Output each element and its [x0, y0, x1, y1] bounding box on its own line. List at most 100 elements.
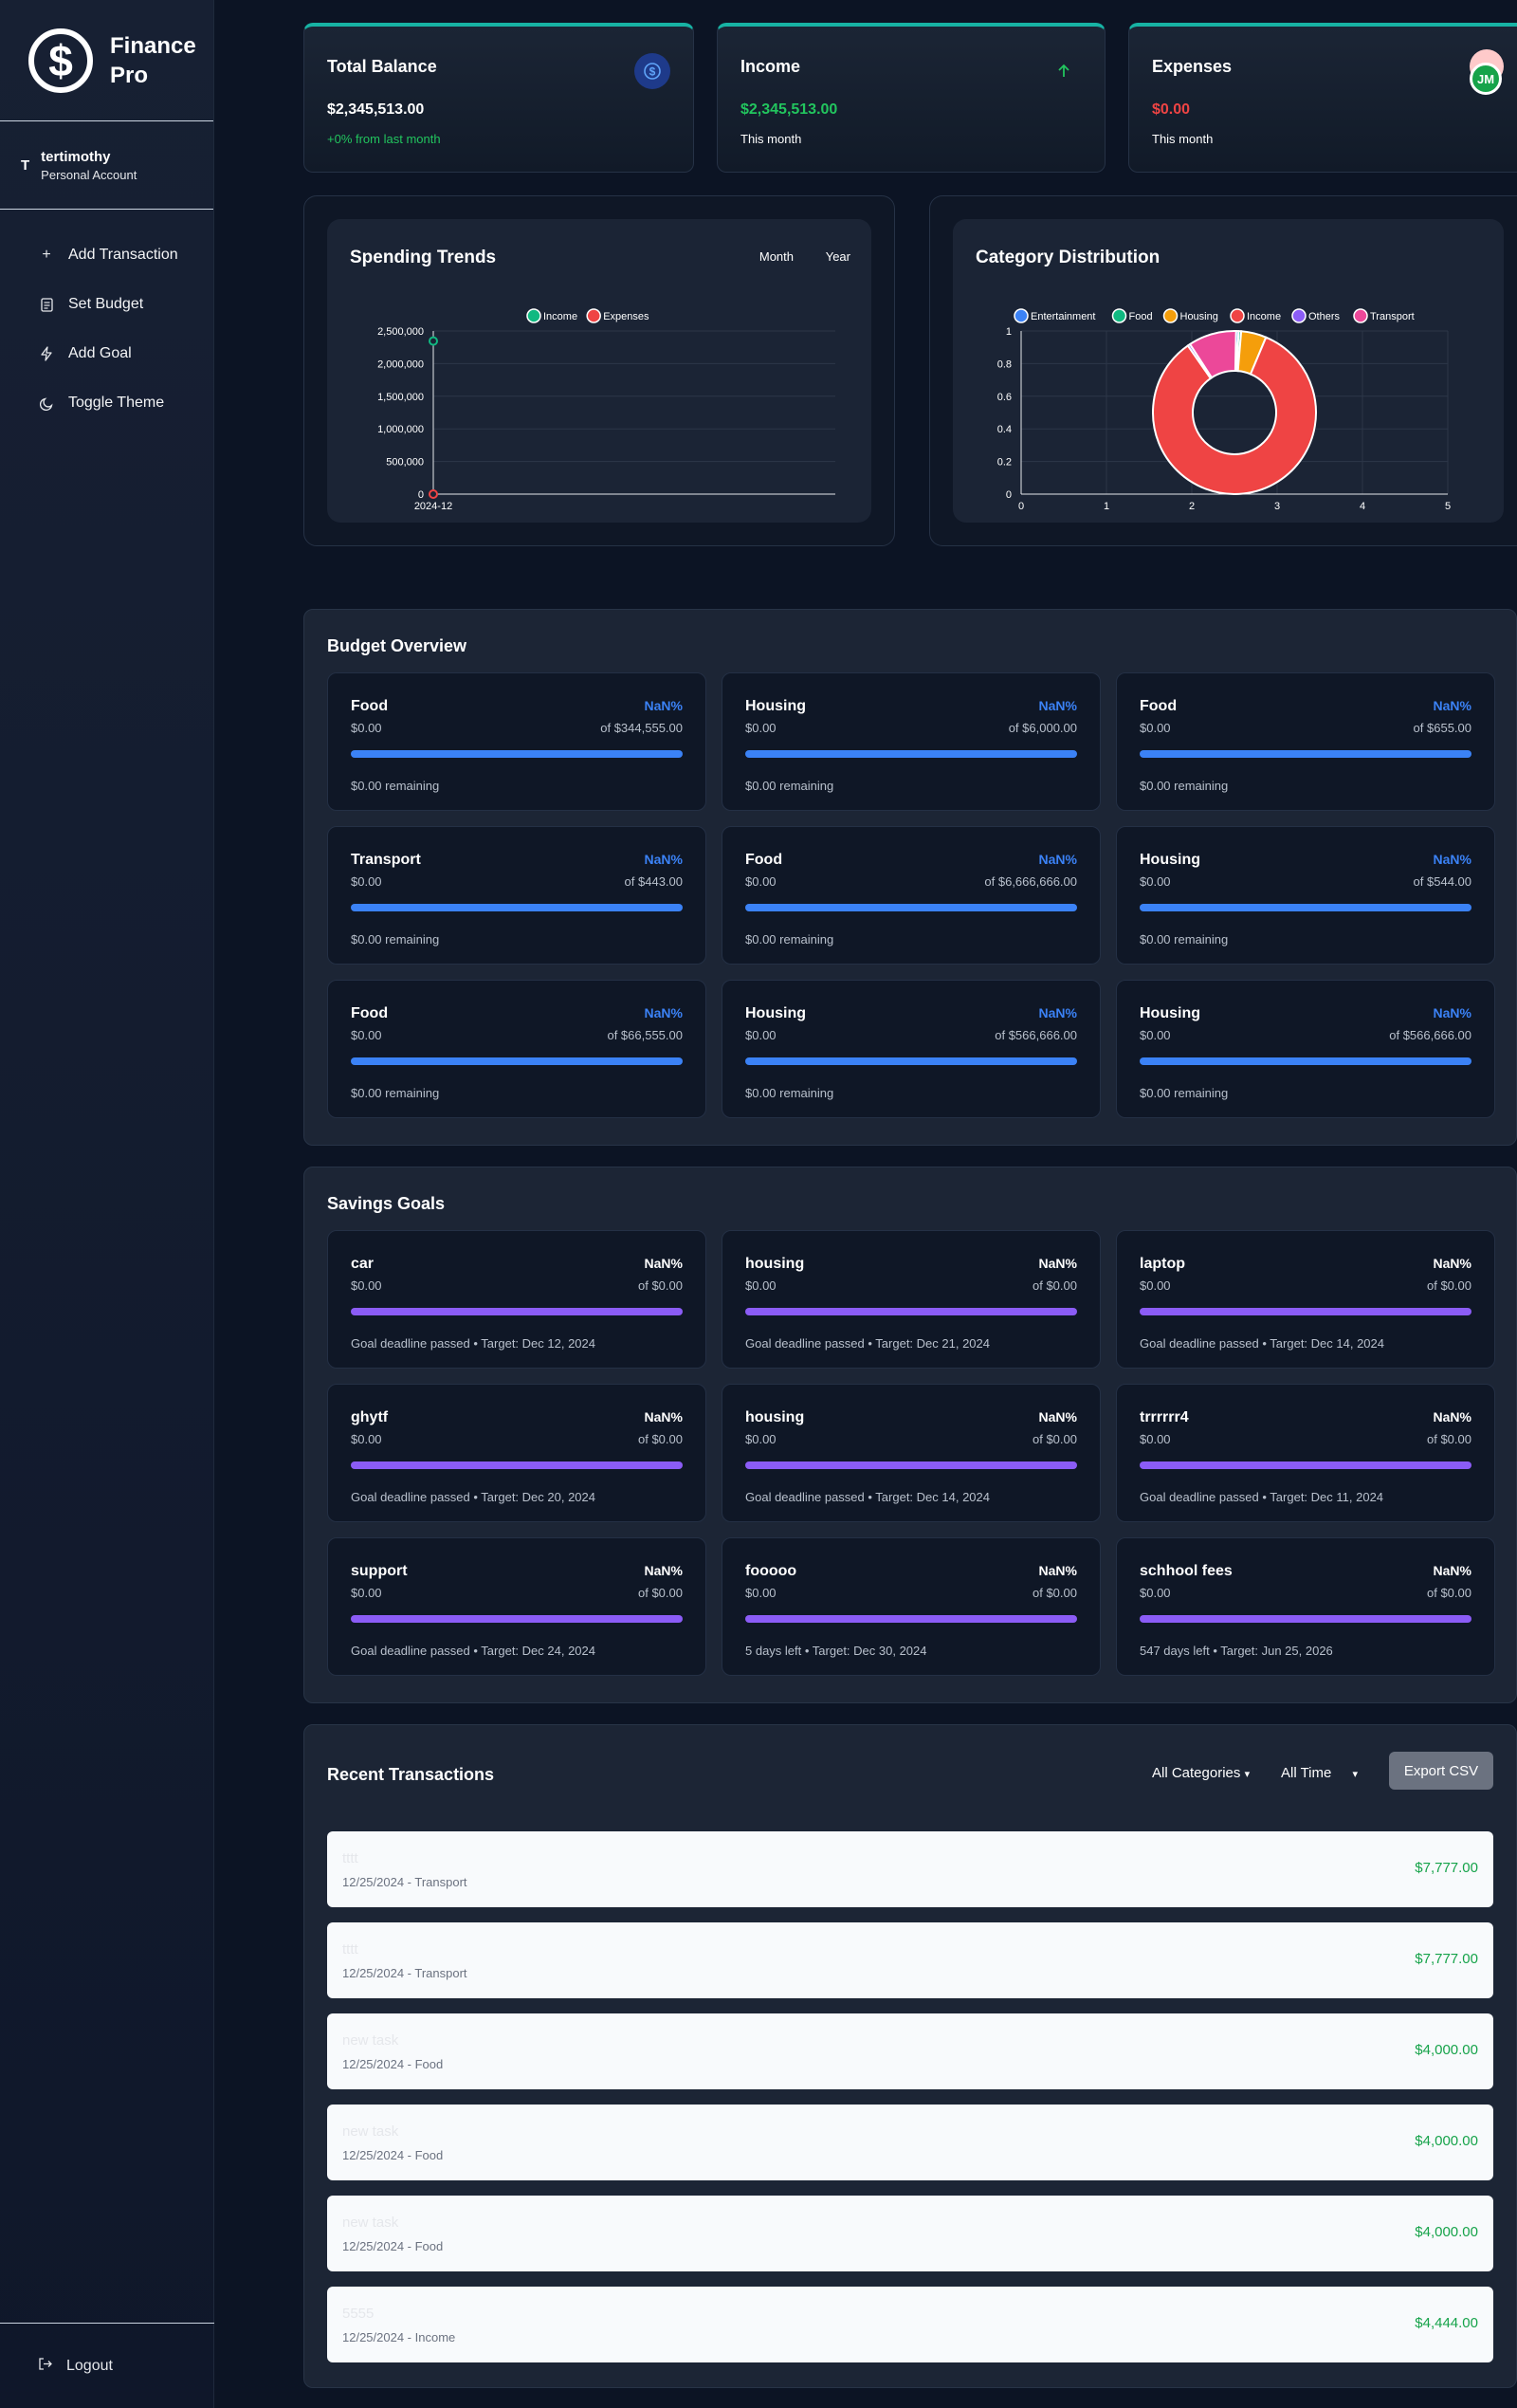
goal-progress-bar	[1140, 1461, 1471, 1469]
goal-name: ghytf	[351, 1409, 389, 1425]
transaction-row[interactable]: new task 12/25/2024 - Food $4,000.00	[327, 2105, 1493, 2180]
filter-value: All Categories	[1152, 1765, 1241, 1781]
category-distribution-panel: Category Distribution Entertainment Food H…	[929, 195, 1517, 546]
goal-saved: $0.00	[351, 1586, 382, 1600]
goal-target: of $0.00	[1427, 1586, 1471, 1600]
transaction-row[interactable]: 5555 12/25/2024 - Income $4,444.00	[327, 2287, 1493, 2362]
goal-deadline: Goal deadline passed • Target: Dec 14, 2…	[745, 1490, 990, 1504]
y-tick-label: 1	[1006, 326, 1012, 338]
goal-deadline: Goal deadline passed • Target: Dec 14, 2…	[1140, 1336, 1384, 1351]
transaction-meta: 12/25/2024 - Transport	[342, 1966, 467, 1980]
goal-deadline: Goal deadline passed • Target: Dec 11, 2…	[1140, 1490, 1384, 1504]
budget-limit: of $66,555.00	[607, 1028, 683, 1042]
transaction-amount: $4,000.00	[1415, 2042, 1478, 2058]
budget-card: Housing NaN% $0.00 of $566,666.00 $0.00 rema…	[722, 980, 1101, 1118]
legend-swatch	[1230, 308, 1245, 323]
goal-card: housing NaN% $0.00 of $0.00 Goal deadline pa…	[722, 1230, 1101, 1369]
nav-add-goal[interactable]: Add Goal	[0, 329, 213, 378]
goal-target: of $0.00	[1033, 1278, 1077, 1293]
sidebar-nav: + Add Transaction Set Budget Add Goal To…	[0, 210, 213, 428]
budget-category: Housing	[1140, 1005, 1200, 1021]
legend-label: Transport	[1370, 311, 1415, 322]
transaction-description: new task	[342, 2215, 399, 2231]
section-title: Budget Overview	[327, 636, 467, 655]
avatar[interactable]: JM	[1470, 63, 1502, 95]
budget-limit: of $443.00	[624, 874, 683, 889]
goal-percent: NaN%	[1433, 1256, 1471, 1271]
goal-name: trrrrrr4	[1140, 1409, 1189, 1425]
goal-name: laptop	[1140, 1256, 1185, 1272]
moon-icon	[38, 396, 55, 411]
budget-category: Food	[745, 852, 783, 868]
goal-saved: $0.00	[745, 1586, 777, 1600]
budget-spent: $0.00	[351, 1028, 382, 1042]
transaction-meta: 12/25/2024 - Food	[342, 2239, 444, 2253]
goal-deadline: 547 days left • Target: Jun 25, 2026	[1140, 1644, 1333, 1658]
transaction-row[interactable]: tttt 12/25/2024 - Transport $7,777.00	[327, 1831, 1493, 1907]
budget-remaining: $0.00 remaining	[351, 779, 440, 793]
sidebar: $ Finance Pro T tertimothy Personal Acco…	[0, 0, 214, 2408]
spending-trends-inner: Spending Trends Month Year Income Expense…	[327, 219, 871, 523]
x-tick-label: 5	[1445, 501, 1451, 512]
nav-toggle-theme[interactable]: Toggle Theme	[0, 378, 213, 428]
pie-chart: Entertainment Food Housing Income Others Tran…	[997, 308, 1451, 512]
budget-percent: NaN%	[644, 698, 683, 713]
budget-limit: of $566,666.00	[995, 1028, 1077, 1042]
avatar-initials: JM	[1476, 71, 1495, 86]
transaction-amount: $4,000.00	[1415, 2133, 1478, 2149]
transaction-row[interactable]: new task 12/25/2024 - Food $4,000.00	[327, 2013, 1493, 2089]
goal-percent: NaN%	[644, 1256, 683, 1271]
filter-value: All Time	[1281, 1765, 1332, 1781]
budget-limit: of $544.00	[1413, 874, 1471, 889]
user-initial: T	[21, 156, 30, 174]
budget-card: Housing NaN% $0.00 of $566,666.00 $0.00 rema…	[1116, 980, 1495, 1118]
goal-name: fooooo	[745, 1563, 797, 1579]
goal-name: schhool fees	[1140, 1563, 1233, 1579]
transaction-description: new task	[342, 2032, 399, 2049]
expenses-card: Expenses $0.00 This month JM	[1128, 23, 1517, 173]
budget-remaining: $0.00 remaining	[1140, 932, 1229, 947]
goal-saved: $0.00	[745, 1432, 777, 1446]
nav-set-budget[interactable]: Set Budget	[0, 280, 213, 329]
category-filter-select[interactable]: All Categories ▾	[1152, 1765, 1250, 1781]
x-tick-label: 2024-12	[414, 501, 452, 512]
legend-swatch	[1353, 308, 1368, 323]
transaction-row[interactable]: new task 12/25/2024 - Food $4,000.00	[327, 2196, 1493, 2271]
legend-swatch	[1014, 308, 1029, 323]
budget-progress-bar	[351, 1057, 683, 1065]
budget-spent: $0.00	[1140, 874, 1171, 889]
transaction-row[interactable]: tttt 12/25/2024 - Transport $7,777.00	[327, 1922, 1493, 1998]
arrow-up-icon	[1046, 53, 1082, 89]
y-tick-label: 0	[1006, 489, 1012, 501]
transaction-meta: 12/25/2024 - Food	[342, 2057, 444, 2071]
data-point	[429, 489, 438, 499]
legend-swatch	[526, 308, 541, 323]
y-tick-label: 0.6	[997, 392, 1012, 403]
goal-saved: $0.00	[351, 1432, 382, 1446]
budget-percent: NaN%	[644, 1005, 683, 1020]
document-icon	[38, 297, 55, 312]
goal-progress-bar	[745, 1461, 1077, 1469]
budget-overview-section: Budget Overview Food NaN% $0.00 of $344,555…	[303, 609, 1517, 1146]
time-filter-select[interactable]: All Time ▾	[1281, 1765, 1358, 1781]
stat-value: $2,345,513.00	[327, 101, 425, 118]
user-profile[interactable]: T tertimothy Personal Account	[0, 121, 213, 210]
nav-label: Toggle Theme	[68, 395, 165, 411]
logout-button[interactable]: Logout	[0, 2323, 214, 2408]
nav-add-transaction[interactable]: + Add Transaction	[0, 230, 213, 280]
export-csv-button[interactable]: Export CSV	[1389, 1752, 1493, 1790]
section-title: Savings Goals	[327, 1194, 446, 1213]
budget-spent: $0.00	[745, 874, 777, 889]
stat-value: $2,345,513.00	[740, 101, 838, 118]
budget-spent: $0.00	[351, 721, 382, 735]
category-distribution-inner: Category Distribution Entertainment Food H…	[953, 219, 1504, 523]
budget-card: Housing NaN% $0.00 of $6,000.00 $0.00 remain…	[722, 672, 1101, 811]
legend-label: Income	[1247, 311, 1281, 322]
app-name: Finance Pro	[110, 32, 196, 88]
budget-limit: of $6,000.00	[1008, 721, 1077, 735]
goal-percent: NaN%	[1038, 1563, 1077, 1578]
budget-spent: $0.00	[351, 874, 382, 889]
goal-card: support NaN% $0.00 of $0.00 Goal deadline pa…	[327, 1537, 706, 1676]
goal-name: car	[351, 1256, 375, 1272]
nav-label: Add Goal	[68, 345, 132, 361]
